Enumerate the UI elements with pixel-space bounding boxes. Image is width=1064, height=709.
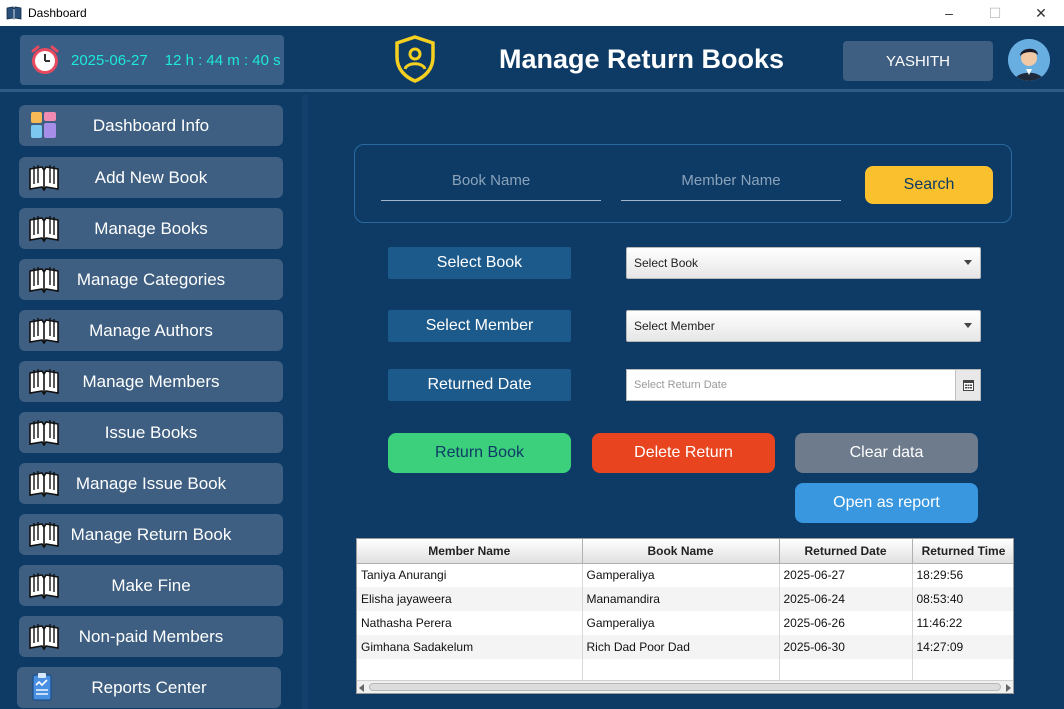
calendar-button[interactable] bbox=[955, 370, 980, 400]
clear-data-button[interactable]: Clear data bbox=[795, 433, 978, 473]
column-header-member-name[interactable]: Member Name bbox=[357, 539, 583, 564]
table-row[interactable]: Taniya Anurangi Gamperaliya 2025-06-27 1… bbox=[357, 563, 1013, 587]
returned-date-placeholder: Select Return Date bbox=[634, 379, 727, 391]
app-header: 2025-06-27 12 h : 44 m : 40 s Manage Ret… bbox=[0, 26, 1064, 92]
book-icon bbox=[29, 471, 59, 498]
book-icon bbox=[29, 318, 59, 345]
close-button[interactable]: ✕ bbox=[1018, 0, 1064, 26]
cell-member-name: Elisha jayaweera bbox=[357, 587, 583, 611]
cell-returned-date: 2025-06-24 bbox=[779, 587, 913, 611]
current-time: 12 h : 44 m : 40 s bbox=[164, 51, 281, 69]
chevron-down-icon bbox=[964, 323, 972, 328]
sidebar-item-manage-members[interactable]: Manage Members bbox=[19, 361, 283, 402]
cell-returned-date: 2025-06-30 bbox=[779, 635, 913, 659]
cell-book-name: Manamandira bbox=[582, 587, 780, 611]
cell-returned-time: 18:29:56 bbox=[912, 563, 1013, 587]
table-row[interactable]: Gimhana Sadakelum Rich Dad Poor Dad 2025… bbox=[357, 635, 1013, 659]
returns-table[interactable]: Member Name Book Name Returned Date Retu… bbox=[356, 538, 1014, 694]
current-date: 2025-06-27 bbox=[71, 51, 148, 69]
window-titlebar: Dashboard – ☐ ✕ bbox=[0, 0, 1064, 26]
horizontal-scrollbar[interactable] bbox=[357, 680, 1013, 693]
sidebar-divider bbox=[302, 95, 308, 709]
user-avatar-icon bbox=[1008, 39, 1050, 81]
column-header-returned-time[interactable]: Returned Time bbox=[912, 539, 1013, 564]
book-icon bbox=[29, 165, 59, 192]
dashboard-grid-icon bbox=[31, 112, 56, 138]
sidebar-item-add-new-book[interactable]: Add New Book bbox=[19, 157, 283, 198]
select-book-dropdown[interactable]: Select Book bbox=[626, 247, 981, 279]
chevron-down-icon bbox=[964, 260, 972, 265]
return-book-button[interactable]: Return Book bbox=[388, 433, 571, 473]
table-row[interactable]: Elisha jayaweera Manamandira 2025-06-24 … bbox=[357, 587, 1013, 611]
sidebar-item-non-paid-members[interactable]: Non-paid Members bbox=[19, 616, 283, 657]
scrollbar-thumb[interactable] bbox=[369, 683, 1001, 691]
select-member-label: Select Member bbox=[388, 310, 571, 342]
book-app-icon bbox=[6, 6, 22, 20]
page-title: Manage Return Books bbox=[499, 44, 785, 74]
sidebar-item-dashboard-info[interactable]: Dashboard Info bbox=[19, 105, 283, 146]
cell-member-name: Taniya Anurangi bbox=[357, 563, 583, 587]
scroll-left-icon[interactable] bbox=[359, 684, 364, 692]
cell-book-name: Gamperaliya bbox=[582, 611, 780, 635]
cell-book-name: Gamperaliya bbox=[582, 563, 780, 587]
sidebar-item-issue-books[interactable]: Issue Books bbox=[19, 412, 283, 453]
cell-member-name: Nathasha Perera bbox=[357, 611, 583, 635]
cell-member-name: Gimhana Sadakelum bbox=[357, 635, 583, 659]
sidebar-item-manage-return-book[interactable]: Manage Return Book bbox=[19, 514, 283, 555]
book-icon bbox=[29, 267, 59, 294]
table-row[interactable]: Nathasha Perera Gamperaliya 2025-06-26 1… bbox=[357, 611, 1013, 635]
book-icon bbox=[29, 420, 59, 447]
cell-returned-time: 11:46:22 bbox=[912, 611, 1013, 635]
table-header-row: Member Name Book Name Returned Date Retu… bbox=[357, 539, 1013, 564]
cell-returned-date: 2025-06-27 bbox=[779, 563, 913, 587]
book-icon bbox=[29, 369, 59, 396]
book-name-search-input[interactable]: Book Name bbox=[381, 169, 601, 201]
clipboard-report-icon bbox=[32, 673, 52, 701]
sidebar-item-make-fine[interactable]: Make Fine bbox=[19, 565, 283, 606]
book-icon bbox=[29, 216, 59, 243]
book-icon bbox=[29, 624, 59, 651]
username-badge[interactable]: YASHITH bbox=[843, 41, 993, 81]
book-icon bbox=[29, 522, 59, 549]
user-shield-icon bbox=[395, 35, 435, 83]
select-book-label: Select Book bbox=[388, 247, 571, 279]
search-button[interactable]: Search bbox=[865, 166, 993, 204]
select-book-value: Select Book bbox=[634, 256, 699, 270]
column-header-book-name[interactable]: Book Name bbox=[582, 539, 780, 564]
maximize-button[interactable]: ☐ bbox=[972, 0, 1018, 26]
member-name-search-input[interactable]: Member Name bbox=[621, 169, 841, 201]
returned-date-field[interactable]: Select Return Date bbox=[626, 369, 981, 401]
cell-returned-time: 08:53:40 bbox=[912, 587, 1013, 611]
sidebar-item-manage-categories[interactable]: Manage Categories bbox=[19, 259, 283, 300]
sidebar-item-manage-issue-book[interactable]: Manage Issue Book bbox=[19, 463, 283, 504]
alarm-clock-icon bbox=[31, 45, 59, 74]
open-report-button[interactable]: Open as report bbox=[795, 483, 978, 523]
cell-returned-time: 14:27:09 bbox=[912, 635, 1013, 659]
delete-return-button[interactable]: Delete Return bbox=[592, 433, 775, 473]
cell-returned-date: 2025-06-26 bbox=[779, 611, 913, 635]
select-member-dropdown[interactable]: Select Member bbox=[626, 310, 981, 342]
minimize-button[interactable]: – bbox=[926, 0, 972, 26]
avatar[interactable] bbox=[1008, 39, 1050, 81]
sidebar-item-manage-books[interactable]: Manage Books bbox=[19, 208, 283, 249]
window-title: Dashboard bbox=[28, 6, 87, 20]
clock-panel: 2025-06-27 12 h : 44 m : 40 s bbox=[20, 35, 284, 85]
scroll-right-icon[interactable] bbox=[1006, 684, 1011, 692]
sidebar-item-manage-authors[interactable]: Manage Authors bbox=[19, 310, 283, 351]
returned-date-label: Returned Date bbox=[388, 369, 571, 401]
cell-book-name: Rich Dad Poor Dad bbox=[582, 635, 780, 659]
book-icon bbox=[29, 573, 59, 600]
calendar-icon bbox=[962, 379, 974, 391]
column-header-returned-date[interactable]: Returned Date bbox=[779, 539, 913, 564]
select-member-value: Select Member bbox=[634, 319, 715, 333]
sidebar-item-reports-center[interactable]: Reports Center bbox=[17, 667, 281, 708]
